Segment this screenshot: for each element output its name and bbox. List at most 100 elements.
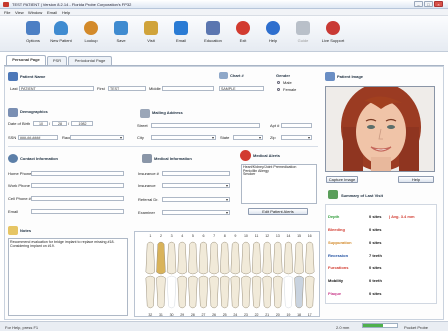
work-phone-field[interactable] (31, 183, 124, 188)
dob-year-field[interactable]: 1982 (71, 121, 93, 126)
education-button[interactable]: Education (198, 18, 228, 50)
first-name-field[interactable]: TEST (108, 86, 146, 91)
edit-patient-alerts-button[interactable]: Edit Patient Alerts (248, 208, 308, 215)
last-name-label: Last (10, 86, 18, 91)
tooth-chart-svg: 1 2 3 4 5 6 7 8 9 10 11 12 13 14 15 16 32 31 30 29 28 27 26 25… (145, 234, 315, 317)
street-field[interactable] (151, 123, 260, 128)
lower-tooth[interactable] (294, 275, 304, 309)
visit-button[interactable]: Visit (136, 18, 166, 50)
gender-male-radio[interactable] (277, 81, 280, 84)
zip-dropdown[interactable] (281, 135, 312, 140)
state-dropdown[interactable] (233, 135, 263, 140)
education-icon (206, 21, 220, 35)
save-button[interactable]: Save (106, 18, 136, 50)
lower-tooth[interactable] (188, 275, 198, 309)
upper-tooth[interactable] (145, 241, 156, 275)
menu-help[interactable]: Help (62, 10, 70, 15)
tooth-number-top: 7 (213, 234, 215, 238)
lower-tooth[interactable] (166, 275, 177, 309)
capture-image-button[interactable]: Capture Image (326, 176, 358, 183)
tooth-number-bottom: 21 (265, 313, 269, 317)
lower-tooth[interactable] (251, 275, 262, 309)
upper-tooth[interactable] (219, 241, 230, 275)
insurance-dropdown[interactable] (162, 183, 230, 188)
lookup-button[interactable]: Lookup (76, 18, 106, 50)
close-button[interactable]: × (434, 1, 443, 7)
menu-view[interactable]: View (15, 10, 24, 15)
ssn-field[interactable]: ###-##-#### (18, 135, 58, 140)
menu-window[interactable]: Window (28, 10, 42, 15)
live-support-button[interactable]: Live Support (316, 18, 350, 50)
upper-tooth[interactable] (262, 241, 272, 275)
insurance-number-field[interactable] (162, 171, 230, 176)
notes-textarea[interactable]: Recommend evaluation for bridge implant … (8, 238, 128, 316)
referral-label: Referral Dr. (138, 197, 159, 202)
upper-tooth[interactable] (230, 241, 241, 275)
upper-tooth[interactable] (198, 241, 209, 275)
exit-button[interactable]: Exit (228, 18, 258, 50)
menu-email[interactable]: Email (47, 10, 57, 15)
lower-tooth[interactable] (156, 275, 166, 309)
window-title: TEST PATIENT | Version 8.2.14 - Florida … (12, 2, 132, 7)
upper-tooth[interactable] (209, 241, 219, 275)
lower-tooth[interactable] (304, 275, 315, 309)
home-phone-field[interactable] (31, 171, 124, 176)
tooth-number-bottom: 24 (233, 313, 237, 317)
tab-personal-page[interactable]: Personal Page (6, 55, 46, 65)
image-help-button[interactable]: Help (398, 176, 434, 183)
maximize-button[interactable]: □ (424, 1, 433, 7)
summary-plaque-label: Plaque (328, 291, 342, 296)
chart-number-field[interactable]: SAMPLE (219, 86, 264, 91)
city-label: City (137, 135, 144, 140)
lower-tooth[interactable] (198, 275, 209, 309)
apt-field[interactable] (281, 123, 312, 128)
city-dropdown[interactable] (151, 135, 216, 140)
upper-tooth[interactable] (241, 241, 251, 275)
examiner-dropdown[interactable] (162, 210, 230, 215)
minimize-button[interactable]: – (414, 1, 423, 7)
upper-tooth[interactable] (283, 241, 294, 275)
gender-female-radio[interactable] (277, 88, 280, 91)
patient-image-title: Patient Image (337, 74, 364, 79)
new-patient-button[interactable]: New Patient (46, 18, 76, 50)
last-name-field[interactable]: PATIENT (19, 86, 94, 91)
summary-title: Summary of Last Visit (341, 193, 383, 198)
email-field[interactable] (31, 209, 124, 214)
dob-month-field[interactable]: 10 (33, 121, 48, 126)
race-dropdown[interactable] (70, 135, 124, 140)
tooth-chart[interactable]: 1 2 3 4 5 6 7 8 9 10 11 12 13 14 15 16 32 31 30 29 28 27 26 25… (134, 231, 320, 317)
options-label: Options (26, 38, 40, 43)
lower-tooth[interactable] (241, 275, 251, 309)
upper-tooth[interactable] (166, 241, 177, 275)
upper-tooth[interactable] (188, 241, 198, 275)
tooth-number-bottom: 27 (201, 313, 205, 317)
lower-tooth[interactable] (209, 275, 219, 309)
medical-alerts-list[interactable]: Heart/Kidney/Joint Premedication Penicil… (241, 164, 317, 204)
upper-tooth[interactable] (273, 241, 283, 275)
tab-periodontal-page[interactable]: Periodontal Page (68, 56, 112, 65)
upper-tooth[interactable] (156, 241, 166, 275)
lower-tooth[interactable] (262, 275, 272, 309)
lower-tooth[interactable] (283, 275, 294, 309)
middle-name-field[interactable] (162, 86, 214, 91)
gender-female-label: Female (283, 87, 297, 92)
menu-file[interactable]: File (4, 10, 10, 15)
dob-day-field[interactable]: 28 (52, 121, 67, 126)
lower-tooth[interactable] (145, 275, 156, 309)
lower-tooth[interactable] (177, 275, 187, 309)
email-button[interactable]: Email (166, 18, 196, 50)
lower-tooth[interactable] (219, 275, 230, 309)
lower-tooth[interactable] (273, 275, 283, 309)
upper-tooth[interactable] (251, 241, 262, 275)
upper-tooth[interactable] (304, 241, 315, 275)
referral-dropdown[interactable] (162, 197, 230, 202)
help-button[interactable]: Help (258, 18, 288, 50)
options-button[interactable]: Options (18, 18, 48, 50)
tab-psr[interactable]: PSR (47, 56, 67, 65)
help-label: Help (268, 38, 278, 43)
cell-phone-field[interactable] (31, 196, 124, 201)
lower-tooth[interactable] (230, 275, 241, 309)
upper-tooth[interactable] (177, 241, 187, 275)
guide-button[interactable]: Guide (288, 18, 318, 50)
upper-tooth[interactable] (294, 241, 304, 275)
